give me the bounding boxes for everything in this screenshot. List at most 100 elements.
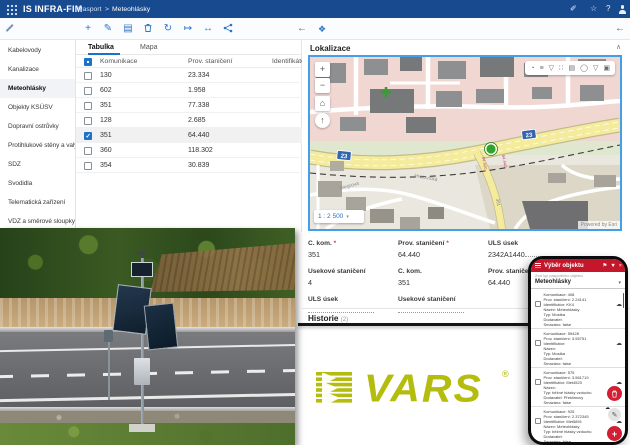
print-icon[interactable]: ▣ <box>603 64 610 72</box>
table-row[interactable]: 360 118.302 <box>76 143 302 158</box>
sidebar-item-objekty-ksusv[interactable]: Objekty KSÚSV <box>0 98 75 117</box>
row-checkbox[interactable] <box>84 87 92 95</box>
sidebar-item-dopravni-ostruvky[interactable]: Dopravní ostrůvky <box>0 117 75 136</box>
row-checkbox[interactable] <box>84 102 92 110</box>
row-checkbox[interactable] <box>84 162 92 170</box>
compass-button[interactable]: ↑ <box>315 113 330 128</box>
map-scale-select[interactable]: 1 : 2 500▾ <box>314 210 364 223</box>
flag-icon[interactable]: ⚑ <box>602 263 607 269</box>
historie-label: Historie <box>308 314 338 323</box>
table-row-selected[interactable]: 351 64.440 <box>76 128 302 143</box>
panel-back-icon[interactable]: ← <box>294 21 310 37</box>
select-all-checkbox[interactable] <box>84 58 92 66</box>
map-svg: Riegrova Hrotovická 351 23 23 64.400 64.… <box>310 57 620 229</box>
cloud-sync-icon[interactable]: ☁ <box>616 301 622 327</box>
zoom-out-button[interactable]: − <box>315 78 330 93</box>
sidebar-item-protihlukove-steny[interactable]: Protihlukové stěny a valy <box>0 136 75 155</box>
close-icon[interactable]: × <box>619 263 622 269</box>
delete-icon[interactable] <box>140 21 156 37</box>
col-komunikace[interactable]: Komunikace <box>100 55 137 68</box>
field-value[interactable]: 4 <box>308 278 396 287</box>
col-prov-stanicen[interactable]: Prov. staničení <box>188 55 232 68</box>
batch-edit-icon[interactable]: ▤ <box>120 21 136 37</box>
map-toolbar: ◔ ≡ ▽ ∷ ▤ ◯ ▽ ▣ <box>525 61 615 75</box>
sidebar-item-sdz[interactable]: SDZ <box>0 155 75 174</box>
row-checkbox[interactable] <box>84 117 92 125</box>
favorite-icon[interactable]: ☆ <box>590 0 597 18</box>
workflow-icon[interactable] <box>220 21 236 37</box>
breadcrumb-current[interactable]: Meteohlásky <box>112 0 150 18</box>
table-row[interactable]: 128 2.685 <box>76 113 302 128</box>
table-row[interactable]: 602 1.958 <box>76 83 302 98</box>
field-c-kom: Č. kom. * 351 <box>308 240 396 259</box>
panel-layers-icon[interactable]: ❖ <box>314 21 330 37</box>
delete-fab[interactable] <box>607 386 622 401</box>
filter-icon[interactable]: ▼ <box>610 263 615 269</box>
tab-tabulka[interactable]: Tabulka <box>88 40 120 55</box>
map[interactable]: Riegrova Hrotovická 351 23 23 64.400 64.… <box>308 55 622 231</box>
scrollbar[interactable] <box>623 293 625 308</box>
basemap-icon[interactable]: ◔ <box>530 65 534 72</box>
move-icon[interactable]: ↔ <box>200 21 216 37</box>
layers-icon[interactable]: ▤ <box>569 64 576 72</box>
sidebar-item-kanalizace[interactable]: Kanalizace <box>0 60 75 79</box>
cloud-sync-icon[interactable]: ☁ <box>616 340 622 366</box>
pin-icon[interactable]: ✐ <box>570 0 577 18</box>
funnel-icon[interactable]: ▽ <box>593 64 598 72</box>
sidebar-item-telematicka-zarizeni[interactable]: Telematická zařízení <box>0 193 75 212</box>
required-asterisk: * <box>334 240 337 247</box>
item-checkbox[interactable] <box>535 301 541 307</box>
zoom-in-button[interactable]: + <box>315 62 330 77</box>
select-value: Meteohlásky <box>535 279 621 285</box>
section-title-lokalizace: Lokalizace <box>310 44 350 53</box>
field-value[interactable]: 2342A1440 <box>488 250 525 259</box>
item-text: Komunikace: 575 Prov. staničení: 3.56171… <box>544 370 616 405</box>
row-checkbox[interactable] <box>84 132 92 140</box>
goto-icon[interactable]: ↦ <box>180 21 196 37</box>
edit-icon[interactable]: ✎ <box>100 21 116 37</box>
item-checkbox[interactable] <box>535 418 541 424</box>
table-row[interactable]: 130 23.334 <box>76 68 302 83</box>
tab-bar: Tabulka Mapa <box>76 40 302 55</box>
field-value[interactable]: 64.440 <box>398 250 486 259</box>
app-root: IS INFRA-FIM Pasport > Meteohlásky ✐ ☆ ?… <box>0 0 630 445</box>
collapse-panel-icon[interactable]: ← <box>612 21 628 37</box>
refresh-icon[interactable]: ↻ <box>160 21 176 37</box>
sidebar-item-svodidla[interactable]: Svodidla <box>0 174 75 193</box>
add-fab[interactable]: + <box>607 426 622 441</box>
topbar: IS INFRA-FIM Pasport > Meteohlásky ✐ ☆ ? <box>0 0 630 18</box>
field-prov-stanicen: Prov. staničení * 64.440 <box>398 240 486 259</box>
legend-icon[interactable]: ≡ <box>540 65 544 72</box>
breadcrumb-parent[interactable]: Pasport <box>78 0 101 18</box>
sidebar-item-kabelovody[interactable]: Kabelovody <box>0 41 75 60</box>
select-icon[interactable]: ∷ <box>559 64 563 72</box>
item-checkbox[interactable] <box>535 340 541 346</box>
home-button[interactable]: ⌂ <box>315 96 330 111</box>
collapse-section-icon[interactable]: ∧ <box>616 43 621 51</box>
user-icon[interactable] <box>618 5 626 14</box>
list-item[interactable]: Komunikace: 408 Prov. staničení: 2.24141… <box>531 290 625 329</box>
list-item[interactable]: Komunikace: 55428 Prov. staničení: 3.557… <box>531 329 625 368</box>
row-checkbox[interactable] <box>84 72 92 80</box>
measure-icon[interactable] <box>6 24 13 31</box>
sidebar-item-meteohlasky[interactable]: Meteohlásky <box>0 79 75 98</box>
filter-icon[interactable]: ▽ <box>549 64 554 72</box>
tab-mapa[interactable]: Mapa <box>140 40 162 55</box>
table-row[interactable]: 351 77.338 <box>76 98 302 113</box>
object-type-select[interactable]: Zvol typ pasportního objektu Meteohlásky… <box>531 272 625 289</box>
refresh-map-icon[interactable]: ◯ <box>580 64 588 72</box>
field-label: Prov. staničení <box>398 240 444 247</box>
row-checkbox[interactable] <box>84 147 92 155</box>
field-value[interactable]: 351 <box>398 278 486 287</box>
photo-station-base <box>129 424 155 432</box>
edit-fab[interactable]: ✎ <box>608 408 621 421</box>
table-row[interactable]: 354 30.839 <box>76 158 302 173</box>
field-value[interactable]: 351 <box>308 250 396 259</box>
help-icon[interactable]: ? <box>606 0 610 18</box>
item-checkbox[interactable] <box>535 379 541 385</box>
menu-icon[interactable] <box>535 263 541 268</box>
add-icon[interactable]: + <box>80 21 96 37</box>
section-title-historie[interactable]: Historie (2) <box>308 314 348 323</box>
sidebar: Kabelovody Kanalizace Meteohlásky Objekt… <box>0 40 76 232</box>
app-launcher-icon[interactable] <box>6 4 17 15</box>
